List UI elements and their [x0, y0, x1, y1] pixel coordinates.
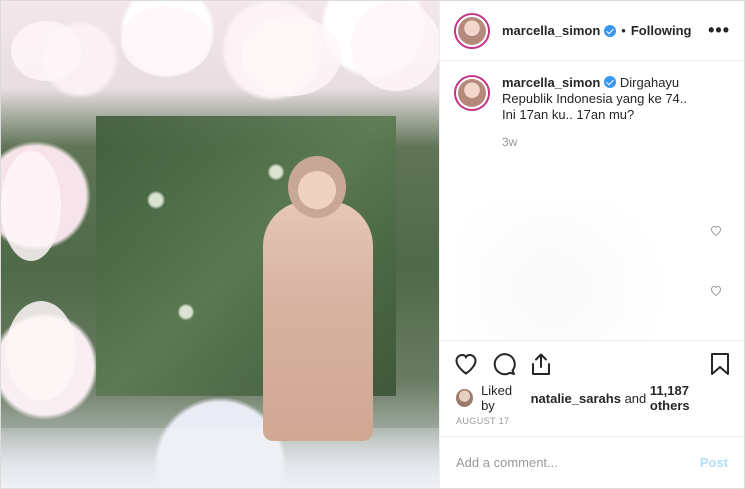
action-bar — [440, 340, 744, 386]
faded-comments — [460, 201, 690, 340]
heart-icon[interactable] — [454, 353, 478, 375]
caption-username[interactable]: marcella_simon — [502, 75, 600, 90]
caption-time[interactable]: 3w — [502, 135, 730, 149]
header-username[interactable]: marcella_simon — [502, 23, 600, 38]
avatar[interactable] — [454, 12, 490, 49]
caption-text: marcella_simon Dirgahayu Republik Indone… — [502, 75, 722, 123]
comments-area: marcella_simon Dirgahayu Republik Indone… — [440, 61, 744, 340]
add-comment-bar: Post — [440, 436, 744, 488]
avatar-image — [458, 79, 486, 107]
decor-blossom — [241, 16, 341, 96]
post-photo[interactable] — [1, 1, 439, 488]
post-sidebar: marcella_simon • Following ••• marcella_… — [439, 1, 744, 488]
comment-input[interactable] — [456, 455, 700, 470]
decor-blossom — [1, 151, 61, 261]
verified-badge-icon — [604, 24, 617, 37]
post-date[interactable]: AUGUST 17 — [440, 410, 744, 436]
decor-blossom — [11, 21, 81, 81]
liker-username[interactable]: natalie_sarahs — [531, 391, 621, 406]
likes-joiner: and — [624, 390, 647, 406]
caption: marcella_simon Dirgahayu Republik Indone… — [454, 75, 730, 123]
caption-line-2: Ini 17an ku.. 17an mu? — [502, 107, 635, 122]
separator-dot: • — [621, 23, 626, 38]
likes-row: Liked by natalie_sarahs and 11,187 other… — [440, 383, 744, 413]
verified-badge-icon — [604, 76, 617, 88]
following-button[interactable]: Following — [631, 23, 692, 38]
post-button[interactable]: Post — [700, 455, 728, 470]
person-head — [288, 156, 346, 218]
comment-like-heart-icon[interactable] — [710, 225, 722, 236]
share-icon[interactable] — [530, 352, 552, 376]
person-dress — [263, 201, 373, 441]
decor-blossom — [121, 6, 211, 76]
decor-blossom — [6, 301, 76, 401]
instagram-post: marcella_simon • Following ••• marcella_… — [0, 0, 745, 489]
floor — [1, 428, 439, 488]
comment-like-heart-icon[interactable] — [710, 285, 722, 296]
avatar-image — [458, 16, 486, 45]
comment-icon[interactable] — [492, 352, 516, 376]
liker-avatar[interactable] — [456, 389, 474, 407]
caption-avatar[interactable] — [454, 75, 490, 111]
post-header: marcella_simon • Following ••• — [440, 1, 744, 61]
decor-blossom — [351, 1, 439, 91]
more-options-icon[interactable]: ••• — [708, 20, 730, 41]
likes-others-count[interactable]: 11,187 others — [650, 383, 728, 413]
bookmark-icon[interactable] — [710, 352, 730, 376]
likes-prefix: Liked by — [481, 383, 513, 413]
